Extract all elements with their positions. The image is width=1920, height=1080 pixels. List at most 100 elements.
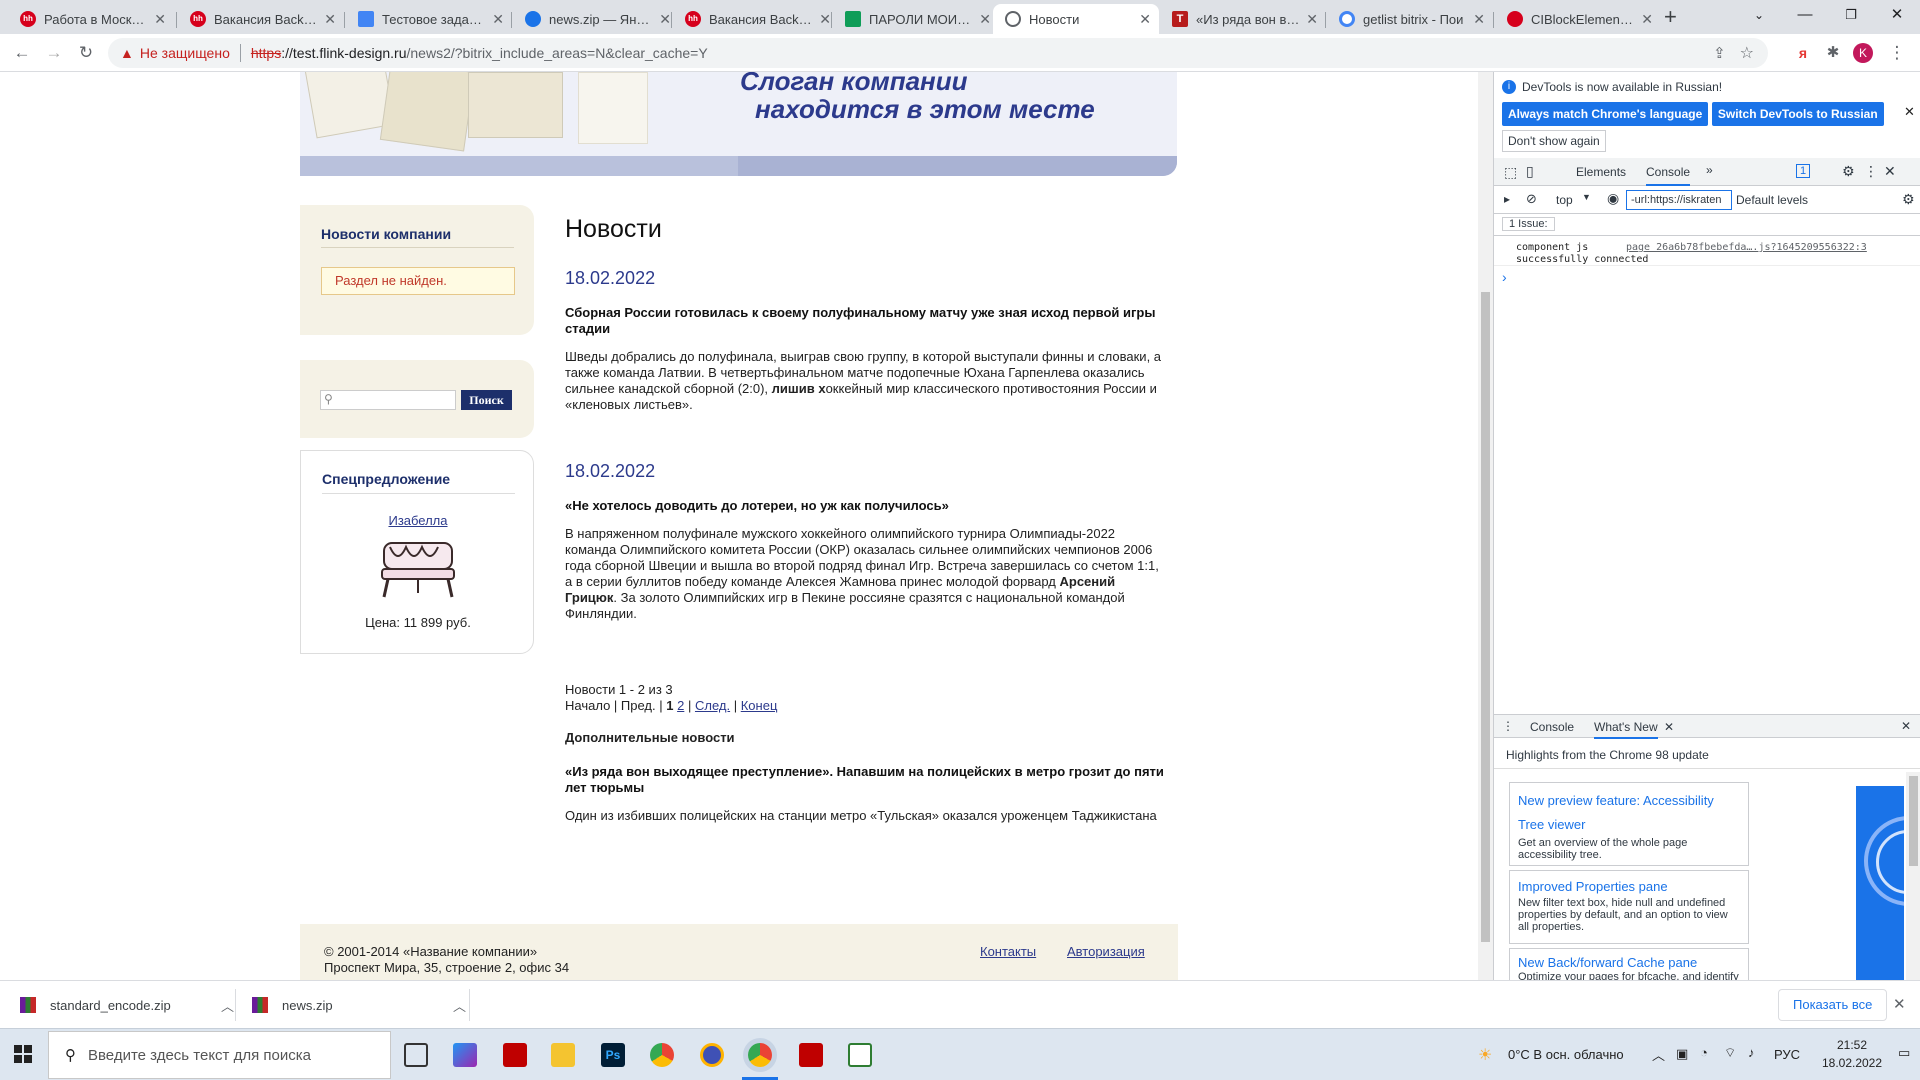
device-toolbar-icon[interactable]: ▯ xyxy=(1526,163,1534,180)
drawer-menu-icon[interactable]: ⋮ xyxy=(1502,719,1514,733)
close-icon[interactable]: ✕ xyxy=(492,11,504,28)
tab-hh-vacancy-2[interactable]: hh Вакансия Backend ✕ xyxy=(673,4,839,34)
drawer-tab-whats-new[interactable]: What's New xyxy=(1594,720,1658,739)
tab-test-doc[interactable]: Тестовое задание ✕ xyxy=(346,4,512,34)
new-tab-button[interactable]: + xyxy=(1664,4,1677,30)
tab-passwords-sheet[interactable]: ПАРОЛИ МОИ - G ✕ xyxy=(833,4,999,34)
console-prompt[interactable]: › xyxy=(1502,269,1507,285)
sofa-image[interactable] xyxy=(378,539,458,599)
whats-new-card[interactable]: New Back/forward Cache pane Optimize you… xyxy=(1509,948,1749,980)
tab-search-icon[interactable]: ⌄ xyxy=(1736,0,1782,30)
share-icon[interactable]: ⇪ xyxy=(1713,44,1726,62)
close-icon[interactable]: ✕ xyxy=(1641,11,1653,28)
yandex-extension-icon[interactable]: я xyxy=(1790,40,1816,66)
tray-chevron-icon[interactable]: ︿ xyxy=(1652,1045,1665,1064)
log-levels-dropdown[interactable]: Default levels xyxy=(1736,193,1808,207)
download-item[interactable]: standard_encode.zip ︿ xyxy=(20,981,234,1029)
search-input[interactable]: ⚲ xyxy=(320,390,456,410)
inspect-element-icon[interactable]: ⬚ xyxy=(1504,164,1517,181)
windows-start-icon[interactable] xyxy=(14,1045,32,1063)
sidebar-toggle-icon[interactable]: ▸ xyxy=(1504,192,1510,206)
pager-page-2[interactable]: 2 xyxy=(677,698,684,713)
show-all-downloads-button[interactable]: Показать все xyxy=(1778,989,1888,1021)
close-icon[interactable]: ✕ xyxy=(1139,11,1151,28)
forward-icon[interactable]: → xyxy=(41,40,67,66)
tray-apps-icon[interactable]: ▣ xyxy=(1676,1046,1688,1062)
profile-avatar[interactable]: K xyxy=(1853,43,1873,63)
close-icon[interactable]: ✕ xyxy=(1306,11,1318,28)
tab-hh-vacancy[interactable]: hh Вакансия Backend ✕ xyxy=(178,4,344,34)
weather-icon[interactable]: ☀ xyxy=(1478,1045,1492,1065)
volume-icon[interactable]: ♪ xyxy=(1748,1045,1755,1060)
tab-console[interactable]: Console xyxy=(1646,165,1691,186)
console-filter-input[interactable]: -url:https://iskraten xyxy=(1626,190,1732,210)
network-icon[interactable]: ◔ xyxy=(1700,1045,1708,1060)
chrome-profile-icon[interactable] xyxy=(748,1043,772,1067)
close-whats-new-icon[interactable]: ✕ xyxy=(1664,720,1674,734)
scrollbar-thumb[interactable] xyxy=(1481,292,1490,942)
whats-new-card[interactable]: New preview feature: Accessibility Tree … xyxy=(1509,782,1749,866)
close-icon[interactable]: ✕ xyxy=(1473,11,1485,28)
notifications-icon[interactable]: ▭ xyxy=(1898,1045,1910,1061)
footer-contacts-link[interactable]: Контакты xyxy=(980,944,1036,959)
weather-text[interactable]: 0°C В осн. облачно xyxy=(1508,1047,1624,1062)
yandex-browser-icon[interactable] xyxy=(700,1043,724,1067)
pager-end[interactable]: Конец xyxy=(741,698,778,713)
close-devtools-icon[interactable]: ✕ xyxy=(1884,163,1896,180)
download-item[interactable]: news.zip ︿ xyxy=(252,981,466,1029)
page-scrollbar[interactable] xyxy=(1478,72,1493,980)
switch-russian-button[interactable]: Switch DevTools to Russian xyxy=(1711,102,1884,126)
tab-hh-jobs[interactable]: hh Работа в Москве, ✕ xyxy=(8,4,174,34)
log-source-link[interactable]: page 26a6b78fbebefda….js?1645209556322:3 xyxy=(1626,242,1916,253)
search-button[interactable]: Поиск xyxy=(461,390,512,410)
extensions-puzzle-icon[interactable]: ✱ xyxy=(1820,40,1846,66)
context-selector[interactable]: top xyxy=(1556,193,1573,207)
offer-product-link[interactable]: Изабелла xyxy=(301,513,535,528)
close-icon[interactable]: ✕ xyxy=(324,11,336,28)
close-notice-icon[interactable]: ✕ xyxy=(1904,104,1915,120)
minimize-icon[interactable]: — xyxy=(1782,0,1828,30)
restore-icon[interactable]: ❐ xyxy=(1828,0,1874,30)
footer-auth-link[interactable]: Авторизация xyxy=(1067,944,1145,959)
taskbar-search-input[interactable]: ⚲ Введите здесь текст для поиска xyxy=(48,1031,391,1079)
clock-date[interactable]: 18.02.2022 xyxy=(1816,1056,1888,1070)
devtools-menu-icon[interactable]: ⋮ xyxy=(1864,163,1878,180)
reload-icon[interactable]: ↻ xyxy=(73,40,99,66)
close-drawer-icon[interactable]: ✕ xyxy=(1901,719,1911,733)
photoshop-icon[interactable]: Ps xyxy=(601,1043,625,1067)
tab-ciblock[interactable]: CIBlockElement::Ge ✕ xyxy=(1495,4,1661,34)
language-indicator[interactable]: РУС xyxy=(1774,1047,1800,1062)
menu-kebab-icon[interactable]: ⋮ xyxy=(1884,40,1910,66)
more-tabs-icon[interactable]: » xyxy=(1706,163,1713,177)
tab-crime-article[interactable]: T «Из ряда вон вых ✕ xyxy=(1160,4,1326,34)
clock-time[interactable]: 21:52 xyxy=(1822,1038,1882,1052)
chevron-up-icon[interactable]: ︿ xyxy=(221,996,234,1015)
live-expression-eye-icon[interactable]: ◉ xyxy=(1607,190,1619,207)
filezilla-icon[interactable] xyxy=(799,1043,823,1067)
tab-google-search[interactable]: getlist bitrix - Пои ✕ xyxy=(1327,4,1493,34)
task-view-icon[interactable] xyxy=(404,1043,428,1067)
tab-news-active[interactable]: Новости ✕ xyxy=(993,4,1159,34)
bookmark-star-icon[interactable]: ☆ xyxy=(1740,43,1754,63)
filezilla-icon[interactable] xyxy=(503,1043,527,1067)
close-download-bar-icon[interactable]: ✕ xyxy=(1893,995,1906,1013)
chevron-up-icon[interactable]: ︿ xyxy=(453,996,466,1015)
drawer-scrollbar[interactable] xyxy=(1906,772,1920,980)
dont-show-again-button[interactable]: Don't show again xyxy=(1502,130,1606,152)
tab-yandex-disk[interactable]: news.zip — Яндекс ✕ xyxy=(513,4,679,34)
issues-badge[interactable]: 1 xyxy=(1796,164,1811,178)
settings-gear-icon[interactable]: ⚙ xyxy=(1842,163,1855,180)
pager-next[interactable]: След. xyxy=(695,698,730,713)
file-explorer-icon[interactable] xyxy=(551,1043,575,1067)
console-settings-icon[interactable]: ⚙ xyxy=(1902,191,1915,208)
vscode-like-app-icon[interactable] xyxy=(453,1043,477,1067)
close-icon[interactable]: ✕ xyxy=(659,11,671,28)
close-icon[interactable]: ✕ xyxy=(979,11,991,28)
whats-new-card[interactable]: Improved Properties pane New filter text… xyxy=(1509,870,1749,944)
security-status[interactable]: Не защищено xyxy=(140,45,230,61)
match-language-button[interactable]: Always match Chrome's language xyxy=(1502,102,1709,126)
close-icon[interactable]: ✕ xyxy=(154,11,166,28)
tab-elements[interactable]: Elements xyxy=(1576,165,1626,179)
close-icon[interactable]: ✕ xyxy=(819,11,831,28)
notepad-plus-icon[interactable] xyxy=(848,1043,872,1067)
